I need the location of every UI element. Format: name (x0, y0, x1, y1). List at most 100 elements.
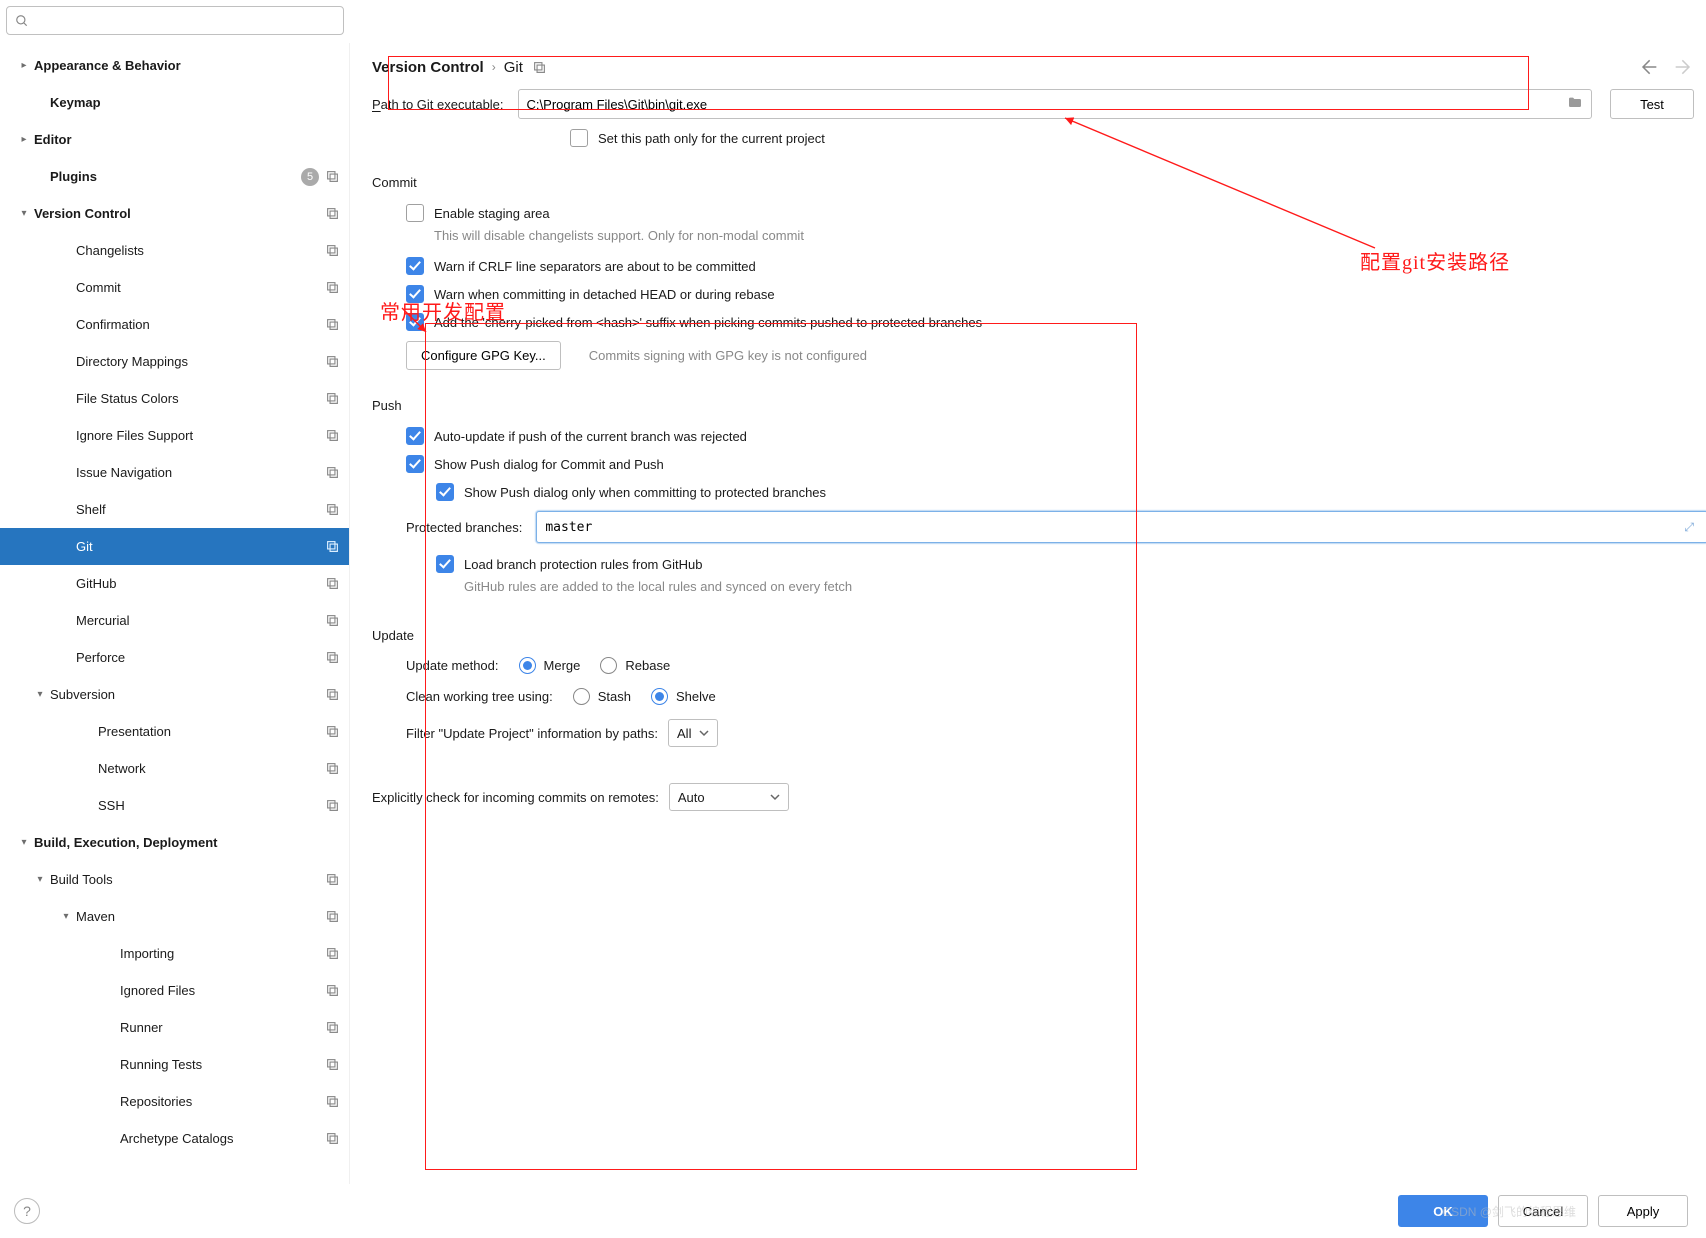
scope-icon (325, 503, 339, 517)
tree-item-maven[interactable]: ▾Maven (0, 898, 349, 935)
set-current-project-checkbox[interactable] (570, 129, 588, 147)
breadcrumb-separator: › (492, 60, 496, 74)
tree-item-commit[interactable]: Commit (0, 269, 349, 306)
tree-item-presentation[interactable]: Presentation (0, 713, 349, 750)
show-push-protected-label: Show Push dialog only when committing to… (464, 485, 826, 500)
tree-item-version-control[interactable]: ▾Version Control (0, 195, 349, 232)
badge-count: 5 (301, 168, 319, 186)
tree-item-subversion[interactable]: ▾Subversion (0, 676, 349, 713)
tree-item-shelf[interactable]: Shelf (0, 491, 349, 528)
git-path-input[interactable] (527, 97, 1567, 112)
tree-item-appearance-behavior[interactable]: ▸Appearance & Behavior (0, 47, 349, 84)
test-button[interactable]: Test (1610, 89, 1694, 119)
tree-item-confirmation[interactable]: Confirmation (0, 306, 349, 343)
clean-shelve-radio[interactable] (651, 688, 668, 705)
tree-item-running-tests[interactable]: Running Tests (0, 1046, 349, 1083)
update-section-title: Update (372, 628, 1694, 643)
tree-item-label: Build Tools (50, 872, 325, 887)
tree-item-label: Presentation (98, 724, 325, 739)
tree-item-ignore-files-support[interactable]: Ignore Files Support (0, 417, 349, 454)
show-push-protected-checkbox[interactable] (436, 483, 454, 501)
tree-item-keymap[interactable]: Keymap (0, 84, 349, 121)
search-box[interactable] (6, 6, 344, 35)
cherry-suffix-checkbox[interactable] (406, 313, 424, 331)
tree-item-network[interactable]: Network (0, 750, 349, 787)
tree-item-archetype-catalogs[interactable]: Archetype Catalogs (0, 1120, 349, 1157)
tree-item-label: Commit (76, 280, 325, 295)
warn-crlf-label: Warn if CRLF line separators are about t… (434, 259, 756, 274)
chevron-right-icon: ▸ (14, 134, 34, 145)
clean-shelve-label: Shelve (676, 689, 716, 704)
configure-gpg-button[interactable]: Configure GPG Key... (406, 341, 561, 370)
nav-back-icon[interactable] (1638, 57, 1658, 77)
filter-paths-label: Filter "Update Project" information by p… (406, 726, 658, 741)
tree-item-label: Version Control (34, 206, 325, 221)
tree-item-build-execution-deployment[interactable]: ▾Build, Execution, Deployment (0, 824, 349, 861)
chevron-down-icon: ▾ (14, 208, 34, 219)
scope-icon (325, 170, 339, 184)
tree-item-repositories[interactable]: Repositories (0, 1083, 349, 1120)
tree-item-perforce[interactable]: Perforce (0, 639, 349, 676)
show-push-dialog-checkbox[interactable] (406, 455, 424, 473)
tree-item-directory-mappings[interactable]: Directory Mappings (0, 343, 349, 380)
nav-forward-icon[interactable] (1674, 57, 1694, 77)
scope-icon (325, 947, 339, 961)
git-path-field[interactable] (518, 89, 1592, 119)
update-merge-label: Merge (544, 658, 581, 673)
protected-branches-input[interactable] (536, 511, 1706, 543)
tree-item-git[interactable]: Git (0, 528, 349, 565)
tree-item-label: File Status Colors (76, 391, 325, 406)
scope-icon (325, 910, 339, 924)
set-current-project-label: Set this path only for the current proje… (598, 131, 825, 146)
apply-button[interactable]: Apply (1598, 1195, 1688, 1227)
load-github-rules-checkbox[interactable] (436, 555, 454, 573)
tree-item-mercurial[interactable]: Mercurial (0, 602, 349, 639)
update-merge-radio[interactable] (519, 657, 536, 674)
load-github-rules-label: Load branch protection rules from GitHub (464, 557, 702, 572)
tree-item-label: Importing (120, 946, 325, 961)
tree-item-label: Confirmation (76, 317, 325, 332)
scope-icon (325, 429, 339, 443)
help-button[interactable]: ? (14, 1198, 40, 1224)
auto-update-checkbox[interactable] (406, 427, 424, 445)
filter-paths-select[interactable]: All (668, 719, 718, 747)
tree-item-file-status-colors[interactable]: File Status Colors (0, 380, 349, 417)
tree-item-label: Keymap (50, 95, 339, 110)
browse-folder-icon[interactable] (1567, 95, 1583, 114)
tree-item-label: Changelists (76, 243, 325, 258)
protected-branches-label: Protected branches: (406, 520, 522, 535)
tree-item-issue-navigation[interactable]: Issue Navigation (0, 454, 349, 491)
tree-item-github[interactable]: GitHub (0, 565, 349, 602)
update-rebase-radio[interactable] (600, 657, 617, 674)
tree-item-label: Repositories (120, 1094, 325, 1109)
enable-staging-label: Enable staging area (434, 206, 550, 221)
warn-detached-checkbox[interactable] (406, 285, 424, 303)
incoming-select[interactable]: Auto (669, 783, 789, 811)
scope-icon (325, 392, 339, 406)
scope-icon (325, 1132, 339, 1146)
tree-item-build-tools[interactable]: ▾Build Tools (0, 861, 349, 898)
update-rebase-label: Rebase (625, 658, 670, 673)
scope-icon (325, 207, 339, 221)
breadcrumb-leaf: Git (504, 59, 523, 76)
tree-item-ssh[interactable]: SSH (0, 787, 349, 824)
search-input[interactable] (35, 13, 335, 28)
warn-detached-label: Warn when committing in detached HEAD or… (434, 287, 775, 302)
tree-item-label: Mercurial (76, 613, 325, 628)
tree-item-plugins[interactable]: Plugins5 (0, 158, 349, 195)
tree-item-changelists[interactable]: Changelists (0, 232, 349, 269)
enable-staging-checkbox[interactable] (406, 204, 424, 222)
warn-crlf-checkbox[interactable] (406, 257, 424, 275)
tree-item-ignored-files[interactable]: Ignored Files (0, 972, 349, 1009)
clean-stash-radio[interactable] (573, 688, 590, 705)
tree-item-label: Maven (76, 909, 325, 924)
watermark: CSDN @剑飞的编程思维 (1442, 1203, 1576, 1220)
tree-item-editor[interactable]: ▸Editor (0, 121, 349, 158)
tree-item-label: Subversion (50, 687, 325, 702)
auto-update-label: Auto-update if push of the current branc… (434, 429, 747, 444)
tree-item-importing[interactable]: Importing (0, 935, 349, 972)
tree-item-label: GitHub (76, 576, 325, 591)
settings-tree[interactable]: ▸Appearance & BehaviorKeymap▸EditorPlugi… (0, 43, 350, 1238)
tree-item-runner[interactable]: Runner (0, 1009, 349, 1046)
tree-item-label: Editor (34, 132, 339, 147)
